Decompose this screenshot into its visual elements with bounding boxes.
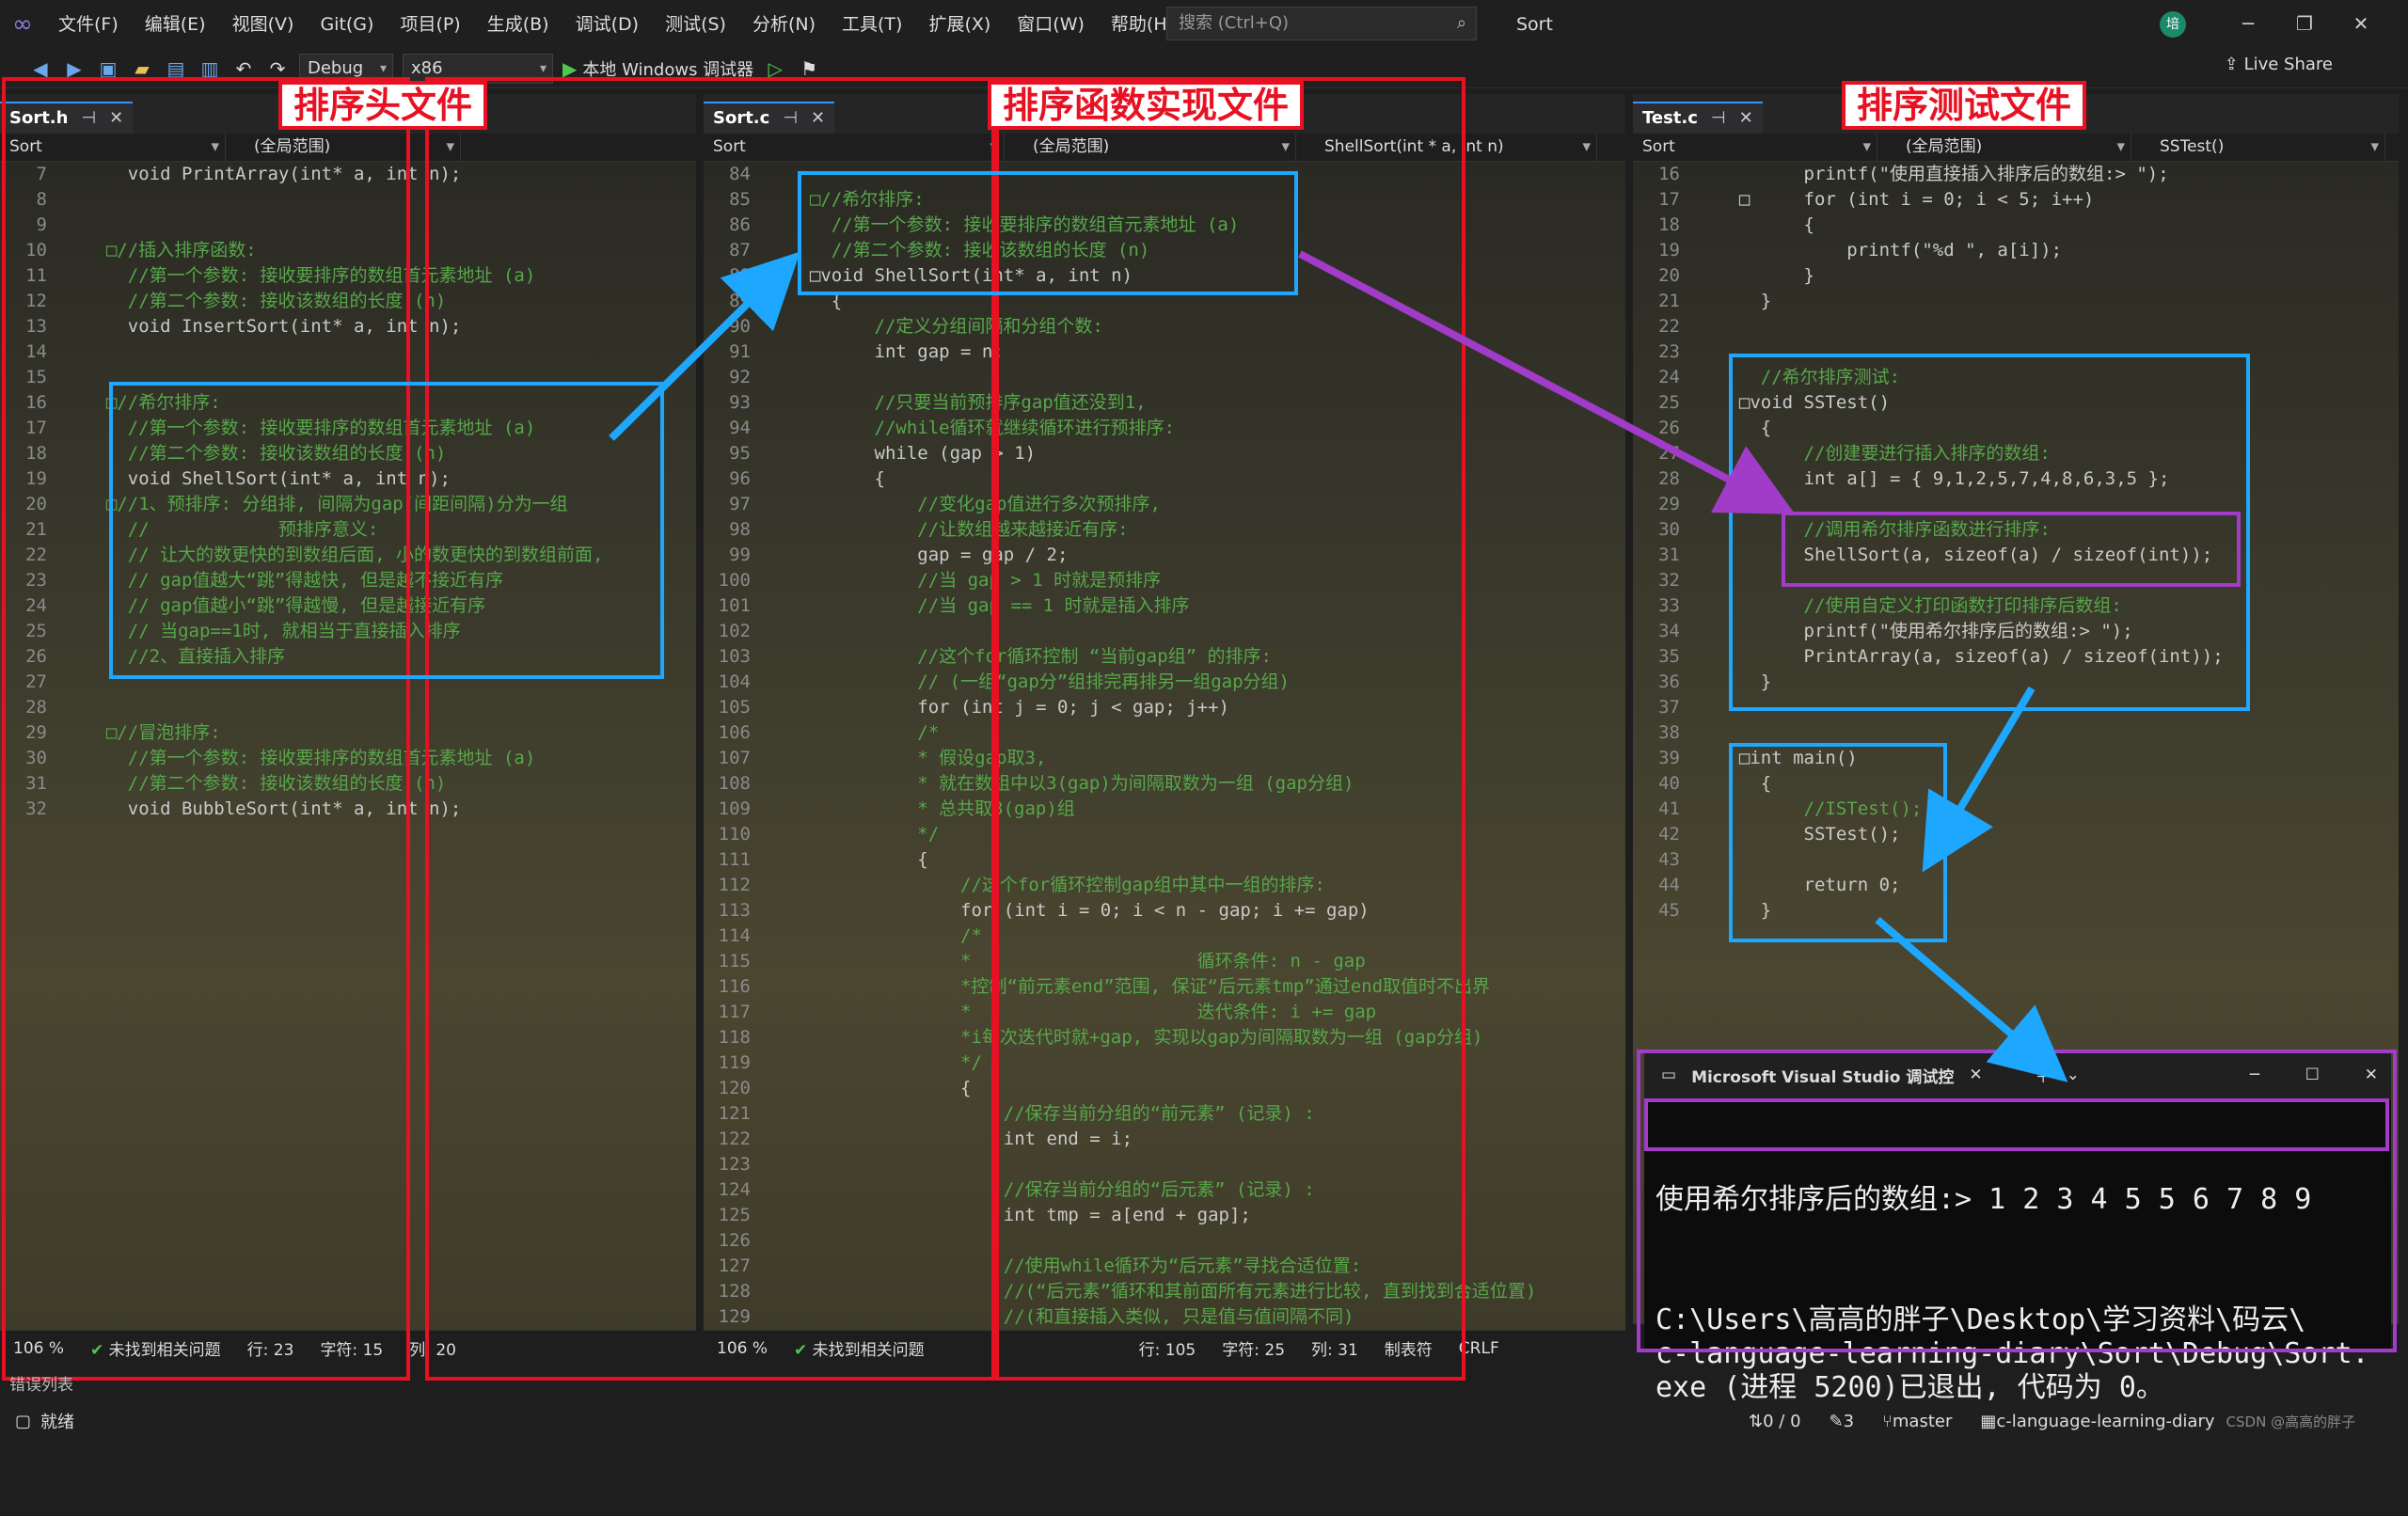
- sync-status[interactable]: 0 / 0: [1763, 1412, 1800, 1431]
- pending-edits[interactable]: 3: [1844, 1412, 1854, 1431]
- repo-name[interactable]: c-language-learning-diary: [1996, 1412, 2214, 1431]
- sync-icon: ⇅: [1749, 1412, 1763, 1431]
- arrow-header-to-impl: [611, 273, 779, 438]
- status-ready: 就绪: [40, 1409, 74, 1433]
- app-status-bar: ▢ 就绪 ⇅ 0 / 0 ✎ 3 ⑂ master ▦ c-language-l…: [0, 1405, 2408, 1437]
- arrow-sstest-to-main: [1938, 688, 2032, 846]
- branch-icon: ⑂: [1882, 1412, 1893, 1431]
- error-list-tab[interactable]: 错误列表: [9, 1371, 73, 1395]
- repo-icon: ▦: [1980, 1412, 1996, 1431]
- arrow-main-to-console: [1877, 920, 2045, 1063]
- branch-name[interactable]: master: [1893, 1412, 1952, 1431]
- edit-icon: ✎: [1830, 1412, 1844, 1431]
- status-icon: ▢: [15, 1412, 31, 1431]
- watermark: CSDN @高高的胖子: [2226, 1412, 2356, 1431]
- arrow-impl-to-test: [1300, 254, 1768, 500]
- annotation-arrows: [0, 0, 2408, 1437]
